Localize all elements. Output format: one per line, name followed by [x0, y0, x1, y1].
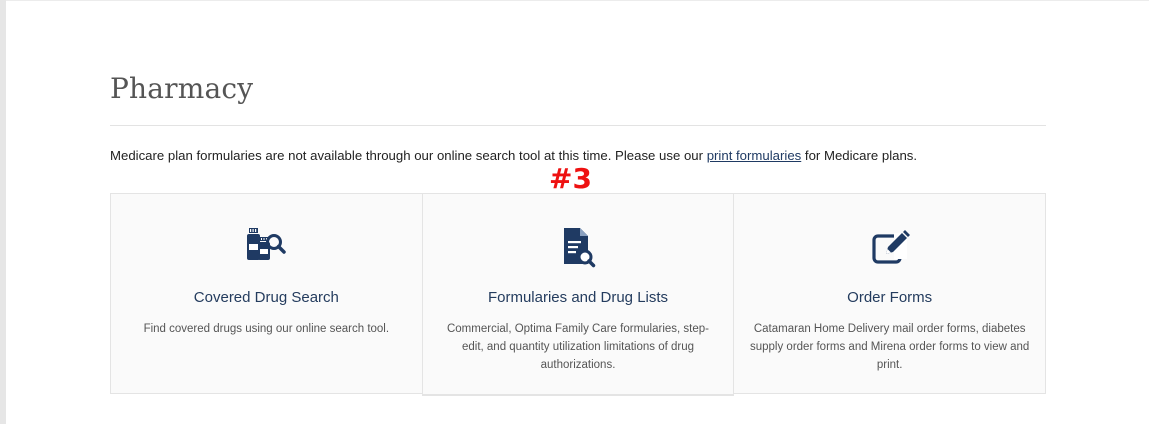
annotation-marker: #3	[549, 162, 592, 195]
card-title: Order Forms	[847, 289, 933, 306]
top-divider	[6, 0, 1149, 1]
covered-drug-search-card[interactable]: Covered Drug Search Find covered drugs u…	[110, 193, 423, 394]
card-title: Covered Drug Search	[193, 289, 339, 306]
card-description: Catamaran Home Delivery mail order forms…	[750, 323, 1030, 371]
edit-form-icon	[868, 224, 912, 270]
notice-text-before: Medicare plan formularies are not availa…	[110, 148, 707, 163]
left-rail	[0, 0, 6, 424]
medicare-notice: Medicare plan formularies are not availa…	[110, 148, 917, 163]
card-description: Find covered drugs using our online sear…	[143, 323, 390, 335]
notice-text-after: for Medicare plans.	[801, 148, 918, 163]
page-title: Pharmacy	[110, 72, 254, 105]
card-description: Commercial, Optima Family Care formulari…	[446, 323, 709, 371]
card-title: Formularies and Drug Lists	[487, 289, 669, 306]
document-search-icon	[556, 224, 600, 270]
pharmacy-cards: Covered Drug Search Find covered drugs u…	[110, 193, 1047, 396]
pill-bottles-search-icon	[244, 224, 288, 270]
order-forms-card[interactable]: Order Forms Catamaran Home Delivery mail…	[733, 193, 1047, 394]
title-divider	[110, 125, 1046, 126]
print-formularies-link[interactable]: print formularies	[707, 148, 802, 163]
formularies-drug-lists-card[interactable]: Formularies and Drug Lists Commercial, O…	[421, 193, 735, 396]
